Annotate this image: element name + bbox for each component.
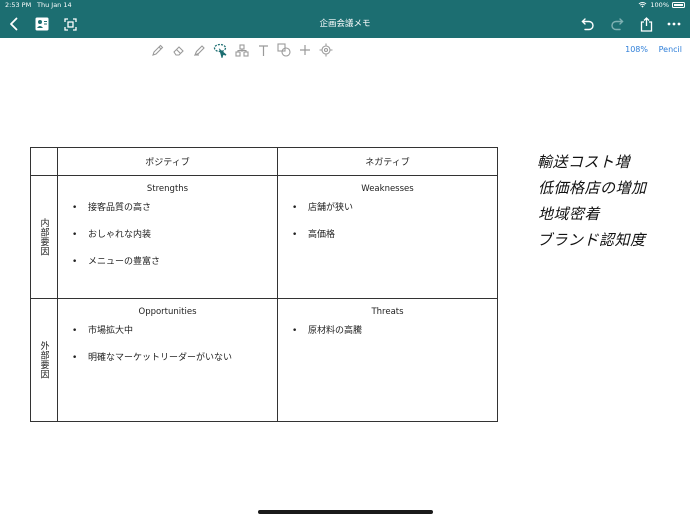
home-indicator[interactable] <box>258 510 433 514</box>
status-time: 2:53 PM <box>5 1 32 9</box>
strengths-title: Strengths <box>146 184 189 194</box>
top-bar: 2:53 PM Thu Jan 14 100% 企画会議メモ <box>0 0 690 38</box>
strengths-cell: Strengths 接客品質の高さ おしゃれな内装 メニューの豊富さ <box>57 175 278 299</box>
list-item: 原材料の高騰 <box>292 325 497 338</box>
text-icon[interactable] <box>255 42 271 58</box>
threats-title: Threats <box>371 307 404 317</box>
list-item: 明確なマーケットリーダーがいない <box>72 352 277 365</box>
handwritten-note[interactable]: 地域密着 <box>538 201 687 227</box>
lasso-icon[interactable] <box>212 42 228 58</box>
eraser-icon[interactable] <box>170 42 186 58</box>
weaknesses-title: Weaknesses <box>361 184 414 194</box>
redo-icon[interactable] <box>609 16 625 32</box>
laser-pointer-icon[interactable] <box>318 42 334 58</box>
highlighter-icon[interactable] <box>191 42 207 58</box>
list-item: おしゃれな内装 <box>72 229 277 242</box>
row-header-external: 外部要因 <box>30 298 58 422</box>
list-item: 接客品質の高さ <box>72 202 277 215</box>
row-header-internal: 内部要因 <box>30 175 58 299</box>
threats-cell: Threats 原材料の高騰 <box>277 298 498 422</box>
swot-table: ポジティブ ネガティブ 内部要因 Strengths 接客品質の高さ おしゃれな… <box>30 147 498 422</box>
handwritten-note[interactable]: 低価格店の増加 <box>538 175 687 201</box>
status-bar: 2:53 PM Thu Jan 14 100% <box>0 0 690 10</box>
pen-icon[interactable] <box>149 42 165 58</box>
strengths-list: 接客品質の高さ おしゃれな内装 メニューの豊富さ <box>58 202 277 269</box>
wifi-icon <box>639 2 647 8</box>
list-item: 市場拡大中 <box>72 325 277 338</box>
list-item: 店舗が狭い <box>292 202 497 215</box>
handwritten-note[interactable]: ブランド認知度 <box>537 227 687 253</box>
battery-icon <box>672 2 685 8</box>
table-corner <box>30 147 58 176</box>
weaknesses-list: 店舗が狭い 高価格 <box>278 202 497 242</box>
opportunities-list: 市場拡大中 明確なマーケットリーダーがいない <box>58 325 277 365</box>
drawing-toolbar: 108% Pencil <box>0 38 690 62</box>
battery-percent: 100% <box>650 1 669 9</box>
add-icon[interactable] <box>297 42 313 58</box>
shapes-icon[interactable] <box>234 42 250 58</box>
status-date: Thu Jan 14 <box>37 1 72 9</box>
status-right: 100% <box>638 0 685 10</box>
sticker-icon[interactable] <box>276 42 292 58</box>
pencil-mode-button[interactable]: Pencil <box>659 38 682 62</box>
threats-list: 原材料の高騰 <box>278 325 497 338</box>
undo-icon[interactable] <box>580 16 596 32</box>
handwritten-notes[interactable]: 輸送コスト増 低価格店の増加 地域密着 ブランド認知度 <box>537 149 687 253</box>
row-header-internal-label: 内部要因 <box>38 218 49 256</box>
opportunities-cell: Opportunities 市場拡大中 明確なマーケットリーダーがいない <box>57 298 278 422</box>
weaknesses-cell: Weaknesses 店舗が狭い 高価格 <box>277 175 498 299</box>
list-item: メニューの豊富さ <box>72 256 277 269</box>
col-header-positive: ポジティブ <box>57 147 278 176</box>
opportunities-title: Opportunities <box>138 307 197 317</box>
more-icon[interactable] <box>666 16 682 32</box>
row-header-external-label: 外部要因 <box>38 341 49 379</box>
zoom-level[interactable]: 108% <box>625 38 648 62</box>
col-header-negative: ネガティブ <box>277 147 498 176</box>
list-item: 高価格 <box>292 229 497 242</box>
nav-bar: 企画会議メモ <box>0 10 690 38</box>
share-icon[interactable] <box>638 16 654 32</box>
handwritten-note[interactable]: 輸送コスト増 <box>537 149 687 175</box>
